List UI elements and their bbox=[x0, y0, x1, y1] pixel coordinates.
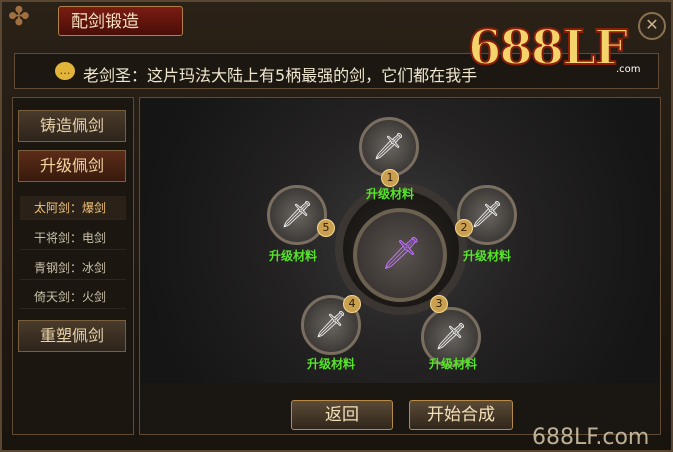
slot-label-5: 升级材料 bbox=[269, 249, 318, 263]
purple-sword-icon: 🗡 bbox=[381, 234, 422, 272]
slot-number-5: 5 bbox=[317, 219, 335, 237]
slot-label-3: 升级材料 bbox=[429, 357, 478, 371]
sword-icon: 🗡 bbox=[314, 310, 348, 340]
forge-stage: 🗡 🗡 1 升级材料 🗡 2 升级材料 🗡 3 升级材料 🗡 4 升级材料 🗡 … bbox=[141, 99, 659, 383]
material-slot-1[interactable]: 🗡 bbox=[359, 117, 419, 177]
watermark: 688LF.com bbox=[532, 425, 650, 450]
forge-sword-button[interactable]: 铸造佩剑 bbox=[18, 110, 126, 142]
sub-item-taia[interactable]: 太阿剑：爆剑 bbox=[20, 196, 126, 220]
reforge-sword-button[interactable]: 重塑佩剑 bbox=[18, 320, 126, 352]
message-text: 老剑圣：这片玛法大陆上有5柄最强的剑，它们都在我手 bbox=[83, 66, 478, 85]
sword-icon: 🗡 bbox=[280, 200, 314, 230]
sub-item-yitian[interactable]: 倚天剑：火剑 bbox=[20, 285, 126, 309]
sub-item-ganjiang[interactable]: 干将剑：电剑 bbox=[20, 226, 126, 250]
material-slot-5[interactable]: 🗡 bbox=[267, 185, 327, 245]
site-logo: 688LF .com bbox=[467, 19, 641, 77]
sub-item-qinggang[interactable]: 青钢剑：冰剑 bbox=[20, 256, 126, 280]
slot-label-2: 升级材料 bbox=[463, 249, 512, 263]
sword-icon: 🗡 bbox=[470, 200, 504, 230]
slot-label-1: 升级材料 bbox=[366, 187, 415, 201]
slot-number-4: 4 bbox=[343, 295, 361, 313]
sword-icon: 🗡 bbox=[434, 322, 468, 352]
back-button[interactable]: 返回 bbox=[291, 400, 393, 430]
start-synthesis-button[interactable]: 开始合成 bbox=[409, 400, 513, 430]
window-title: 配剑锻造 bbox=[58, 6, 183, 36]
slot-number-2: 2 bbox=[455, 219, 473, 237]
upgrade-sword-button[interactable]: 升级佩剑 bbox=[18, 150, 126, 182]
dragon-ornament-icon: ✤ bbox=[8, 2, 30, 32]
slot-number-3: 3 bbox=[430, 295, 448, 313]
chat-bubble-icon: … bbox=[55, 62, 75, 80]
slot-label-4: 升级材料 bbox=[307, 357, 356, 371]
sword-icon: 🗡 bbox=[372, 132, 406, 162]
